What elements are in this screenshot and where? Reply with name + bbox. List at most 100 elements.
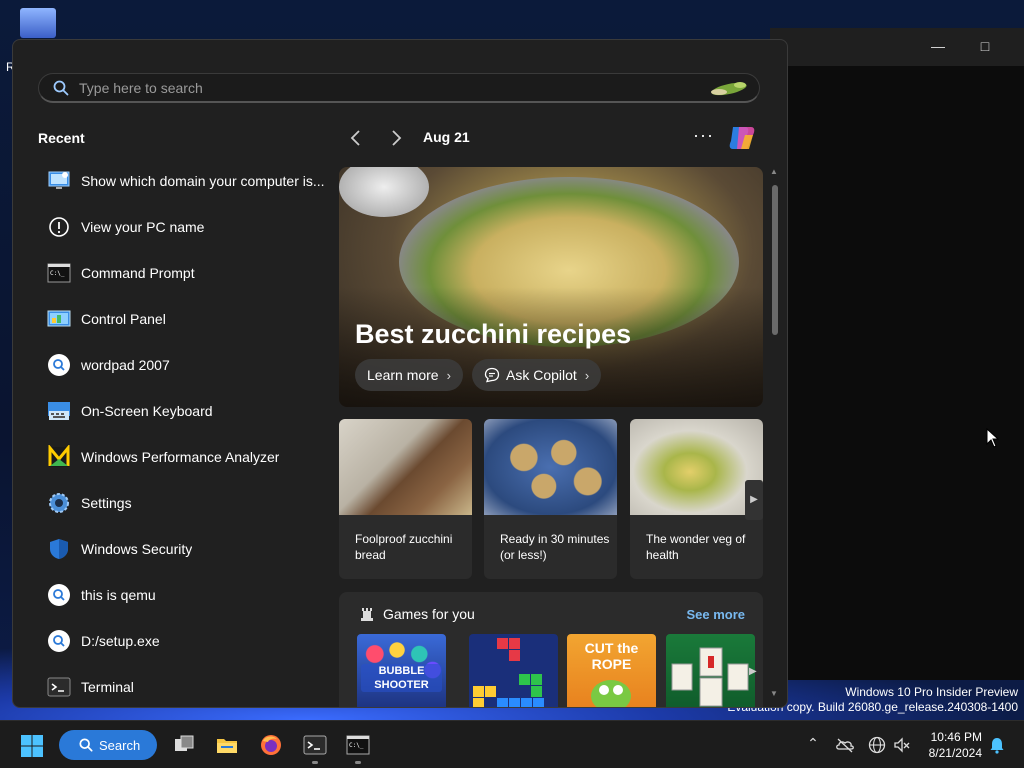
feed-previous-button[interactable] bbox=[343, 125, 369, 151]
window-titlebar[interactable]: — □ bbox=[770, 28, 1024, 66]
web-search-icon bbox=[48, 354, 70, 376]
firefox-icon[interactable] bbox=[259, 733, 283, 757]
recent-item-label: wordpad 2007 bbox=[81, 357, 170, 373]
taskbar: Search C:\_ ⌃ 10:46 PM 8/21/2024 bbox=[0, 720, 1024, 768]
chevron-up-icon[interactable]: ⌃ bbox=[803, 735, 823, 755]
search-highlight-zucchini-icon bbox=[711, 82, 747, 96]
cmd-app-icon[interactable]: C:\_ bbox=[346, 733, 370, 757]
onedrive-offline-icon[interactable] bbox=[835, 735, 855, 755]
recent-item-domain[interactable]: Show which domain your computer is... bbox=[37, 158, 337, 204]
recent-item-label: Control Panel bbox=[81, 311, 166, 327]
start-menu: Recent Show which domain your computer i… bbox=[12, 39, 788, 708]
terminal-app-icon[interactable] bbox=[303, 733, 327, 757]
game-tile-tetris[interactable] bbox=[469, 634, 558, 707]
file-explorer-icon[interactable] bbox=[215, 733, 239, 757]
ask-copilot-button[interactable]: Ask Copilot › bbox=[472, 359, 602, 391]
mahjong-tiles-icon bbox=[671, 647, 749, 707]
recipe-card-caption: The wonder veg of health bbox=[646, 532, 746, 562]
scroll-up-arrow-icon[interactable]: ▲ bbox=[770, 167, 778, 176]
game-tile-mahjong[interactable] bbox=[666, 634, 755, 707]
recent-item-label: Windows Performance Analyzer bbox=[81, 449, 280, 465]
info-icon bbox=[49, 217, 69, 237]
minimize-button[interactable]: — bbox=[926, 36, 950, 56]
recipe-card[interactable]: The wonder veg of health bbox=[630, 419, 763, 579]
games-heading: Games for you bbox=[359, 606, 475, 622]
recent-item-pc-name[interactable]: View your PC name bbox=[37, 204, 337, 250]
maximize-button[interactable]: □ bbox=[973, 36, 997, 56]
task-view-icon[interactable] bbox=[172, 733, 196, 757]
clock-time: 10:46 PM bbox=[930, 730, 982, 744]
recent-item-label: Settings bbox=[81, 495, 132, 511]
scrollbar-thumb[interactable] bbox=[772, 185, 778, 335]
recent-heading: Recent bbox=[38, 130, 85, 146]
web-search-icon bbox=[48, 630, 70, 652]
recent-item-label: View your PC name bbox=[81, 219, 205, 235]
recent-item-performance-analyzer[interactable]: Windows Performance Analyzer bbox=[37, 434, 337, 480]
game-tile-title: BUBBLE SHOOTER bbox=[361, 664, 442, 692]
start-search-box[interactable] bbox=[38, 73, 760, 103]
games-next-arrow-icon[interactable]: ▶ bbox=[749, 666, 757, 677]
see-more-games-link[interactable]: See more bbox=[686, 607, 745, 622]
notification-bell-icon[interactable] bbox=[987, 735, 1007, 755]
recent-item-setup-search[interactable]: D:/setup.exe bbox=[37, 618, 337, 664]
search-icon bbox=[79, 738, 93, 752]
hero-card[interactable]: Best zucchini recipes Learn more › Ask C… bbox=[339, 167, 763, 407]
recent-item-terminal[interactable]: Terminal bbox=[37, 664, 337, 707]
recycle-bin-icon[interactable] bbox=[20, 8, 56, 38]
more-options-button[interactable]: ··· bbox=[693, 125, 714, 146]
copilot-icon[interactable] bbox=[725, 121, 759, 155]
svg-text:C:\_: C:\_ bbox=[349, 742, 364, 749]
stuffed-zucchini-image bbox=[630, 419, 763, 515]
recent-item-settings[interactable]: Settings bbox=[37, 480, 337, 526]
hero-image-bowl bbox=[339, 167, 429, 217]
terminal-icon bbox=[47, 677, 71, 697]
learn-more-button[interactable]: Learn more › bbox=[355, 359, 463, 391]
om-nom-icon bbox=[591, 680, 631, 707]
taskbar-search-label: Search bbox=[99, 737, 141, 753]
search-input[interactable] bbox=[79, 78, 659, 98]
recipe-card[interactable]: Ready in 30 minutes (or less!) bbox=[484, 419, 617, 579]
recent-item-qemu-search[interactable]: this is qemu bbox=[37, 572, 337, 618]
cmd-icon: C:\_ bbox=[47, 263, 71, 283]
recent-item-label: Windows Security bbox=[81, 541, 193, 557]
keyboard-icon bbox=[48, 402, 70, 420]
chevron-right-icon: › bbox=[584, 367, 590, 383]
feed-scrollbar[interactable]: ▲ ▼ bbox=[770, 167, 779, 698]
zucchini-bread-image bbox=[339, 419, 472, 515]
recent-item-label: Terminal bbox=[81, 679, 134, 695]
recipe-cards: Foolproof zucchini bread Ready in 30 min… bbox=[339, 419, 763, 579]
system-clock[interactable]: 10:46 PM 8/21/2024 bbox=[922, 729, 982, 761]
chat-bubble-icon bbox=[484, 367, 500, 383]
recent-item-control-panel[interactable]: Control Panel bbox=[37, 296, 337, 342]
windows-start-icon[interactable] bbox=[20, 734, 44, 758]
mouse-cursor-icon bbox=[986, 428, 1000, 448]
recent-item-wordpad-search[interactable]: wordpad 2007 bbox=[37, 342, 337, 388]
recent-item-on-screen-keyboard[interactable]: On-Screen Keyboard bbox=[37, 388, 337, 434]
hero-title: Best zucchini recipes bbox=[355, 319, 632, 349]
recent-item-command-prompt[interactable]: C:\_ Command Prompt bbox=[37, 250, 337, 296]
shield-icon bbox=[50, 539, 68, 559]
gear-icon bbox=[49, 493, 69, 513]
learn-more-label: Learn more bbox=[367, 367, 439, 383]
ask-copilot-label: Ask Copilot bbox=[506, 367, 577, 383]
volume-muted-icon[interactable] bbox=[892, 735, 912, 755]
network-globe-icon[interactable] bbox=[867, 735, 887, 755]
chess-piece-icon bbox=[361, 608, 373, 621]
recent-item-windows-security[interactable]: Windows Security bbox=[37, 526, 337, 572]
taskbar-search-button[interactable]: Search bbox=[59, 730, 157, 760]
scroll-down-arrow-icon[interactable]: ▼ bbox=[770, 689, 778, 698]
feed-next-button[interactable] bbox=[383, 125, 409, 151]
chevron-right-icon bbox=[392, 130, 402, 146]
feed-nav: Aug 21 ··· bbox=[343, 125, 763, 151]
search-icon bbox=[53, 80, 69, 96]
recent-item-label: this is qemu bbox=[81, 587, 156, 603]
cookies-image bbox=[484, 419, 617, 515]
game-tile-bubble-shooter[interactable]: BUBBLE SHOOTER bbox=[357, 634, 446, 707]
recent-list: Show which domain your computer is... Vi… bbox=[37, 158, 337, 707]
recipe-card[interactable]: Foolproof zucchini bread bbox=[339, 419, 472, 579]
game-tile-cut-the-rope[interactable]: CUT the ROPE bbox=[567, 634, 656, 707]
running-indicator bbox=[355, 761, 361, 764]
cards-next-button[interactable]: ▶ bbox=[745, 480, 763, 520]
recent-item-label: On-Screen Keyboard bbox=[81, 403, 213, 419]
terminal-window[interactable]: — □ bbox=[770, 28, 1024, 680]
